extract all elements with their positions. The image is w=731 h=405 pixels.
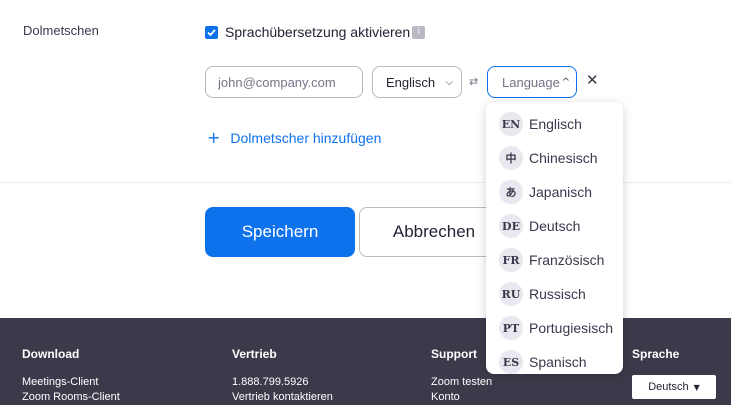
language-option-label: Chinesisch — [529, 150, 598, 166]
language-option-english[interactable]: EN Englisch — [486, 107, 623, 141]
language-option-label: Spanisch — [529, 354, 587, 370]
chevron-down-icon: ⌵ — [445, 76, 453, 88]
source-language-select[interactable]: Englisch ⌵ — [372, 66, 462, 98]
footer-support-column: Support Zoom testen Konto — [431, 347, 492, 405]
footer-heading: Vertrieb — [232, 347, 277, 361]
language-option-label: Portugiesisch — [529, 320, 614, 336]
footer-heading: Download — [22, 347, 80, 361]
target-language-select[interactable]: Language ^ — [487, 66, 577, 98]
add-interpreter-link[interactable]: + Dolmetscher hinzufügen — [207, 128, 381, 147]
footer-link[interactable]: Konto — [431, 390, 492, 405]
language-option-chinese[interactable]: 中 Chinesisch — [486, 141, 623, 175]
language-code-icon: DE — [499, 214, 523, 238]
language-option-german[interactable]: DE Deutsch — [486, 209, 623, 243]
language-option-label: Französisch — [529, 252, 605, 268]
footer-language-column: Sprache Deutsch ▼ — [632, 347, 716, 399]
language-selector-button[interactable]: Deutsch ▼ — [632, 375, 716, 399]
enable-interpretation-checkbox[interactable] — [205, 25, 218, 39]
current-language: Deutsch — [648, 381, 689, 393]
language-code-icon: ES — [499, 350, 523, 374]
language-option-spanish[interactable]: ES Spanisch — [486, 345, 623, 374]
remove-interpreter-close-icon[interactable]: ✕ — [586, 71, 599, 89]
save-button[interactable]: Speichern — [205, 207, 355, 257]
footer-heading: Support — [431, 347, 477, 361]
language-code-icon: あ — [499, 180, 523, 204]
add-interpreter-label: Dolmetscher hinzufügen — [230, 129, 382, 146]
footer-link[interactable]: Zoom testen — [431, 375, 492, 390]
section-label-interpretation: Dolmetschen — [23, 23, 99, 38]
enable-interpretation-label: Sprachübersetzung aktivieren — [225, 24, 411, 40]
language-option-portuguese[interactable]: PT Portugiesisch — [486, 311, 623, 345]
language-option-russian[interactable]: RU Russisch — [486, 277, 623, 311]
language-option-label: Japanisch — [529, 184, 593, 200]
checkmark-icon — [207, 28, 216, 36]
footer-heading: Sprache — [632, 347, 680, 361]
swap-icon: ⇄ — [469, 75, 479, 88]
language-code-icon: EN — [499, 112, 523, 136]
interpreter-email-input[interactable] — [205, 66, 363, 98]
language-option-label: Deutsch — [529, 218, 581, 234]
footer-link[interactable]: Zoom Rooms-Client — [22, 390, 120, 405]
info-icon[interactable]: i — [412, 25, 426, 39]
footer-link[interactable]: Vertrieb kontaktieren — [232, 390, 333, 405]
language-code-icon: FR — [499, 248, 523, 272]
footer-download-column: Download Meetings-Client Zoom Rooms-Clie… — [22, 347, 120, 405]
language-option-japanese[interactable]: あ Japanisch — [486, 175, 623, 209]
target-language-placeholder: Language — [502, 74, 560, 90]
language-code-icon: RU — [499, 282, 523, 306]
chevron-up-icon: ^ — [561, 76, 570, 88]
language-code-icon: 中 — [499, 146, 523, 170]
language-dropdown-menu[interactable]: EN Englisch 中 Chinesisch あ Japanisch DE … — [486, 102, 623, 374]
caret-down-icon: ▼ — [693, 382, 700, 392]
language-option-french[interactable]: FR Französisch — [486, 243, 623, 277]
footer-sales-column: Vertrieb 1.888.799.5926 Vertrieb kontakt… — [232, 347, 333, 405]
source-language-value: Englisch — [386, 74, 436, 90]
enable-interpretation-row[interactable]: Sprachübersetzung aktivieren i — [205, 24, 426, 40]
language-code-icon: PT — [499, 316, 523, 340]
plus-icon: + — [207, 128, 221, 147]
language-option-label: Russisch — [529, 286, 586, 302]
footer-link[interactable]: Meetings-Client — [22, 375, 120, 390]
footer-link[interactable]: 1.888.799.5926 — [232, 375, 333, 390]
language-option-label: Englisch — [529, 116, 582, 132]
